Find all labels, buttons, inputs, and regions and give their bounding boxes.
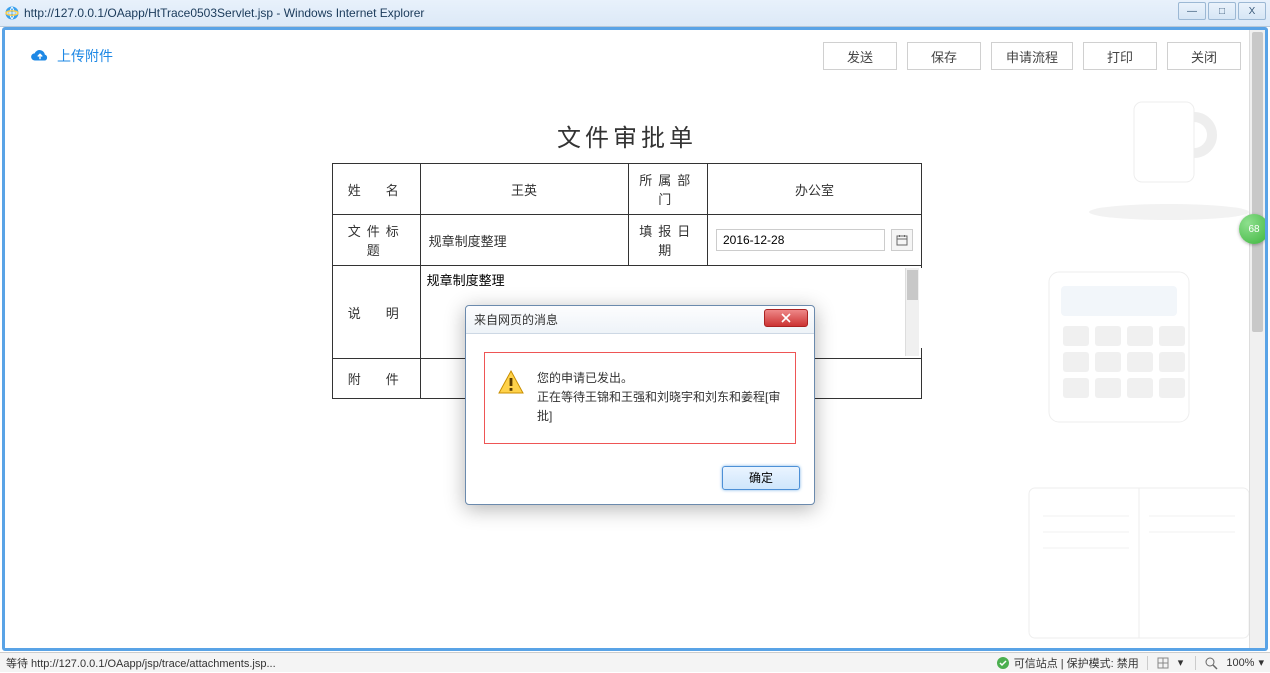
browser-titlebar: http://127.0.0.1/OAapp/HtTrace0503Servle… bbox=[0, 0, 1270, 27]
zoom-control[interactable]: 100% ▾ bbox=[1204, 656, 1264, 670]
save-button[interactable]: 保存 bbox=[907, 42, 981, 70]
zoom-dropdown-icon[interactable]: ▾ bbox=[1258, 656, 1264, 669]
value-name: 王英 bbox=[420, 164, 628, 215]
warning-icon bbox=[497, 369, 525, 397]
value-subject: 规章制度整理 bbox=[420, 215, 628, 266]
print-button[interactable]: 打印 bbox=[1083, 42, 1157, 70]
scroll-thumb[interactable] bbox=[1252, 32, 1263, 332]
zoom-icon bbox=[1204, 656, 1218, 670]
fill-date-input[interactable] bbox=[716, 229, 885, 251]
action-bar: 上传附件 发送 保存 申请流程 打印 关闭 bbox=[5, 30, 1265, 82]
form-title: 文件审批单 bbox=[290, 118, 964, 153]
dialog-ok-button[interactable]: 确定 bbox=[722, 466, 800, 490]
message-line2: 正在等待王锦和王强和刘晓宇和刘东和姜程[审批] bbox=[537, 388, 783, 426]
dialog-titlebar[interactable]: 来自网页的消息 bbox=[466, 306, 814, 334]
send-button[interactable]: 发送 bbox=[823, 42, 897, 70]
label-name: 姓 名 bbox=[333, 164, 421, 215]
upload-attachment-label: 上传附件 bbox=[57, 46, 113, 66]
status-trusted-text: 可信站点 | 保护模式: 禁用 bbox=[1014, 655, 1139, 671]
status-dropdown-icon[interactable]: ▾ bbox=[1174, 656, 1188, 669]
message-text: 您的申请已发出。 正在等待王锦和王强和刘晓宇和刘东和姜程[审批] bbox=[537, 369, 783, 427]
dialog-body: 您的申请已发出。 正在等待王锦和王强和刘晓宇和刘东和姜程[审批] bbox=[466, 334, 814, 456]
value-dept: 办公室 bbox=[707, 164, 921, 215]
window-title: http://127.0.0.1/OAapp/HtTrace0503Servle… bbox=[24, 6, 424, 20]
status-bar: 等待 http://127.0.0.1/OAapp/jsp/trace/atta… bbox=[0, 652, 1270, 672]
decor-cup bbox=[1079, 82, 1249, 222]
vertical-scrollbar[interactable] bbox=[1249, 30, 1265, 648]
zone-icon[interactable] bbox=[1156, 656, 1170, 670]
label-desc: 说 明 bbox=[333, 266, 421, 359]
message-line1: 您的申请已发出。 bbox=[537, 369, 783, 388]
textarea-scrollbar[interactable] bbox=[905, 268, 919, 356]
cloud-upload-icon bbox=[29, 48, 51, 64]
ie-icon bbox=[4, 5, 20, 21]
message-box: 您的申请已发出。 正在等待王锦和王强和刘晓宇和刘东和姜程[审批] bbox=[484, 352, 796, 444]
minimize-button[interactable]: — bbox=[1178, 2, 1206, 20]
status-loading-text: 等待 http://127.0.0.1/OAapp/jsp/trace/atta… bbox=[6, 655, 996, 671]
status-sep bbox=[1147, 656, 1148, 670]
calendar-icon[interactable] bbox=[891, 229, 913, 251]
label-fill-date: 填报日期 bbox=[628, 215, 707, 266]
side-chat-bubble[interactable]: 68 bbox=[1239, 214, 1268, 244]
alert-dialog: 来自网页的消息 您的申请已发出。 正在等待王锦和王强和刘晓宇和刘东和姜程[审批]… bbox=[465, 305, 815, 505]
maximize-button[interactable]: □ bbox=[1208, 2, 1236, 20]
decor-calculator bbox=[1019, 252, 1219, 432]
label-subject: 文件标题 bbox=[333, 215, 421, 266]
dialog-footer: 确定 bbox=[466, 456, 814, 504]
decor-notebook bbox=[1009, 458, 1249, 648]
dialog-close-button[interactable] bbox=[764, 309, 808, 327]
dialog-title: 来自网页的消息 bbox=[474, 311, 558, 328]
trusted-site-icon bbox=[996, 656, 1010, 670]
window-close-button[interactable]: X bbox=[1238, 2, 1266, 20]
status-sep2 bbox=[1195, 656, 1196, 670]
window-controls: — □ X bbox=[1178, 2, 1266, 20]
date-cell bbox=[712, 225, 917, 255]
action-buttons: 发送 保存 申请流程 打印 关闭 bbox=[823, 42, 1241, 70]
close-button[interactable]: 关闭 bbox=[1167, 42, 1241, 70]
label-dept: 所属部门 bbox=[628, 164, 707, 215]
upload-attachment-link[interactable]: 上传附件 bbox=[29, 46, 113, 66]
apply-flow-button[interactable]: 申请流程 bbox=[991, 42, 1073, 70]
label-attach: 附 件 bbox=[333, 359, 421, 399]
content-frame: 上传附件 发送 保存 申请流程 打印 关闭 文件审批单 姓 名 bbox=[2, 27, 1268, 651]
zoom-value: 100% bbox=[1226, 657, 1254, 669]
